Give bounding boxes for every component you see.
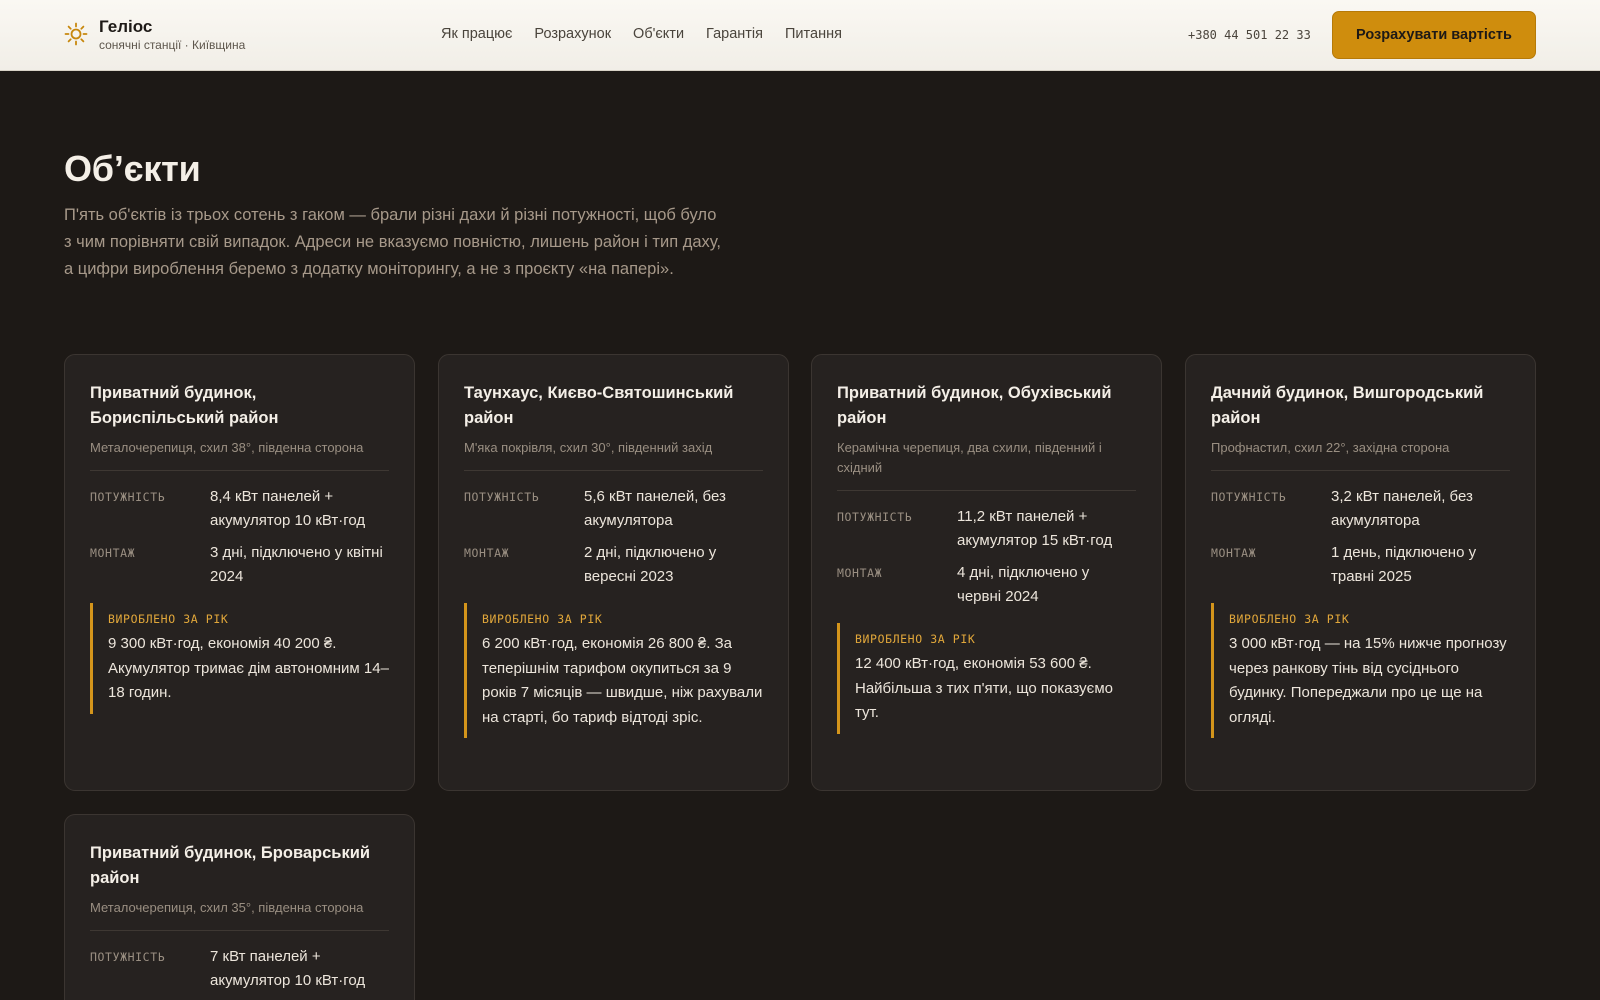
project-card: Приватний будинок, Бориспільський район … [64,354,415,791]
spec-power: ПОТУЖНІСТЬ 11,2 кВт панелей + акумулятор… [837,505,1136,553]
project-title: Таунхаус, Києво-Святошинський район [464,384,734,427]
spec-label: ПОТУЖНІСТЬ [90,490,166,504]
intro-text: П'ять об'єктів із трьох сотень з гаком —… [64,206,721,278]
nav-link-projects[interactable]: Об'єкти [633,26,684,42]
spec-value: 5,6 кВт панелей, без акумулятора [584,488,726,529]
result-text: 9 300 кВт·год, економія 40 200 ₴. Акумул… [108,635,389,701]
project-title: Дачний будинок, Вишгородський район [1211,384,1484,427]
spec-label: МОНТАЖ [464,546,510,560]
nav-link-warranty[interactable]: Гарантія [706,26,763,42]
project-roof: Металочерепиця, схил 35°, південна сторо… [90,900,364,915]
project-card: Таунхаус, Києво-Святошинський район М'як… [438,354,789,791]
main-nav: Як працює Розрахунок Об'єкти Гарантія Пи… [441,26,842,42]
nav-link-calculation[interactable]: Розрахунок [534,26,611,42]
spec-value: 1 день, підключено у травні 2025 [1331,544,1477,585]
result-label: ВИРОБЛЕНО ЗА РІК [1229,612,1350,626]
brand-tagline: сонячні станції · Київщина [99,38,246,52]
result-text: 3 000 кВт·год — на 15% нижче прогнозу че… [1229,635,1507,726]
spec-label: МОНТАЖ [837,566,883,580]
spec-value: 11,2 кВт панелей + акумулятор 15 кВт·год [957,508,1113,549]
page-title: Об’єкти [64,148,201,189]
result-label: ВИРОБЛЕНО ЗА РІК [482,612,603,626]
spec-value: 7 кВт панелей + акумулятор 10 кВт·год [210,948,366,989]
project-roof: Керамічна черепиця, два схили, південний… [837,440,1102,475]
result-label: ВИРОБЛЕНО ЗА РІК [108,612,229,626]
spec-label: ПОТУЖНІСТЬ [1211,490,1287,504]
brand-name[interactable]: Геліос [99,17,152,37]
project-title: Приватний будинок, Обухівський район [837,384,1112,427]
spec-value: 2 дні, підключено у вересні 2023 [584,544,717,585]
card-divider [90,470,389,471]
project-title: Приватний будинок, Броварський район [90,844,370,887]
spec-install: МОНТАЖ 2 дні, підключено у вересні 2023 [464,541,763,589]
result-text: 6 200 кВт·год, економія 26 800 ₴. За теп… [482,635,763,726]
project-roof: Металочерепиця, схил 38°, південна сторо… [90,440,364,455]
spec-label: МОНТАЖ [1211,546,1257,560]
project-title: Приватний будинок, Бориспільський район [90,384,279,427]
card-divider [1211,470,1510,471]
project-roof: М'яка покрівля, схил 30°, південний захі… [464,440,713,455]
spec-label: ПОТУЖНІСТЬ [837,510,913,524]
spec-label: ПОТУЖНІСТЬ [464,490,540,504]
spec-value: 3 дні, підключено у квітні 2024 [210,544,383,585]
result-label: ВИРОБЛЕНО ЗА РІК [855,632,976,646]
project-card: Приватний будинок, Броварський район Мет… [64,814,415,1000]
phone-number[interactable]: +380 44 501 22 33 [1188,28,1311,42]
result-block: ВИРОБЛЕНО ЗА РІК 3 000 кВт·год — на 15% … [1211,603,1510,738]
spec-label: МОНТАЖ [90,546,136,560]
nav-link-how-it-works[interactable]: Як працює [441,26,512,42]
spec-value: 8,4 кВт панелей + акумулятор 10 кВт·год [210,488,366,529]
spec-install: МОНТАЖ 3 дні, підключено у квітні 2024 [90,541,389,589]
sun-icon [64,22,88,46]
result-block: ВИРОБЛЕНО ЗА РІК 12 400 кВт·год, економі… [837,623,1136,734]
spec-value: 4 дні, підключено у червні 2024 [957,564,1090,605]
project-card: Приватний будинок, Обухівський район Кер… [811,354,1162,791]
result-block: ВИРОБЛЕНО ЗА РІК 6 200 кВт·год, економія… [464,603,763,738]
card-divider [90,930,389,931]
result-text: 12 400 кВт·год, економія 53 600 ₴. Найбі… [855,655,1113,721]
spec-power: ПОТУЖНІСТЬ 3,2 кВт панелей, без акумулят… [1211,485,1510,533]
project-roof: Профнастил, схил 22°, західна сторона [1211,440,1450,455]
spec-power: ПОТУЖНІСТЬ 7 кВт панелей + акумулятор 10… [90,945,389,993]
spec-value: 3,2 кВт панелей, без акумулятора [1331,488,1473,529]
project-card: Дачний будинок, Вишгородський район Проф… [1185,354,1536,791]
calculate-cost-button[interactable]: Розрахувати вартість [1332,11,1536,59]
spec-install: МОНТАЖ 1 день, підключено у травні 2025 [1211,541,1510,589]
nav-link-faq[interactable]: Питання [785,26,842,42]
spec-power: ПОТУЖНІСТЬ 8,4 кВт панелей + акумулятор … [90,485,389,533]
spec-power: ПОТУЖНІСТЬ 5,6 кВт панелей, без акумулят… [464,485,763,533]
spec-install: МОНТАЖ 4 дні, підключено у червні 2024 [837,561,1136,609]
card-divider [837,490,1136,491]
spec-label: ПОТУЖНІСТЬ [90,950,166,964]
site-header: Геліос сонячні станції · Київщина Як пра… [0,0,1600,71]
card-divider [464,470,763,471]
result-block: ВИРОБЛЕНО ЗА РІК 9 300 кВт·год, економія… [90,603,389,714]
